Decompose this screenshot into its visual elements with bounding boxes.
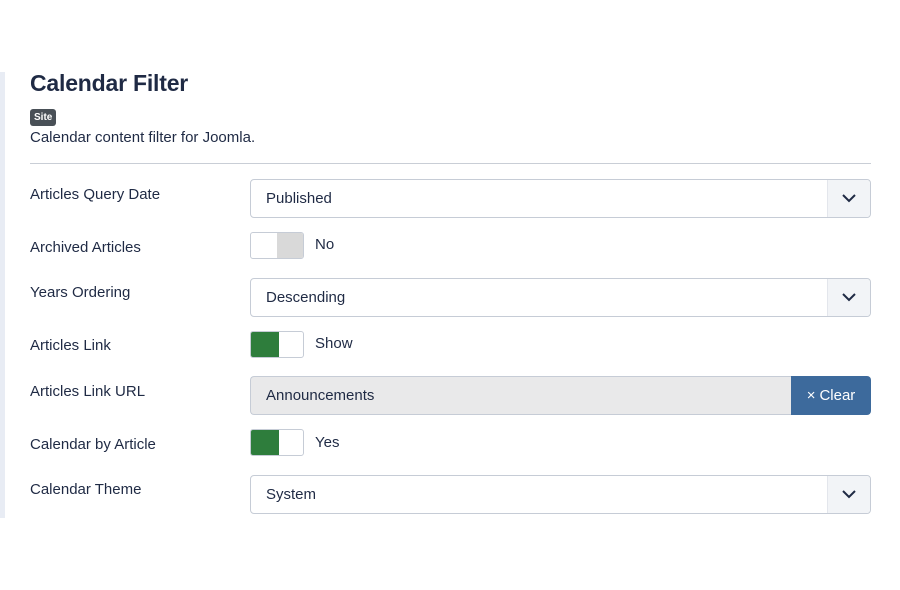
toggle-knob <box>277 233 303 258</box>
page-title: Calendar Filter <box>30 70 189 96</box>
close-icon: × <box>806 387 816 404</box>
articles-link-url-label: Articles Link URL <box>30 383 146 400</box>
clear-button[interactable]: × Clear <box>791 376 871 415</box>
articles-link-toggle[interactable] <box>250 331 304 358</box>
years-ordering-value: Descending <box>266 289 346 306</box>
side-rule <box>0 72 5 518</box>
calendar-by-article-state: Yes <box>315 434 340 451</box>
archived-articles-label: Archived Articles <box>30 239 141 256</box>
archived-articles-state: No <box>315 236 335 253</box>
years-ordering-select[interactable]: Descending <box>250 278 871 317</box>
site-badge: Site <box>30 109 57 126</box>
clear-button-label: Clear <box>819 387 856 404</box>
chevron-down-icon <box>827 180 870 217</box>
articles-link-url-value: Announcements <box>266 387 375 404</box>
toggle-knob <box>251 332 279 357</box>
years-ordering-label: Years Ordering <box>30 284 131 301</box>
chevron-down-icon <box>827 476 870 513</box>
toggle-knob <box>251 430 279 455</box>
chevron-down-icon <box>827 279 870 316</box>
query-date-value: Published <box>266 190 332 207</box>
query-date-select[interactable]: Published <box>250 179 871 218</box>
calendar-by-article-label: Calendar by Article <box>30 436 156 453</box>
calendar-theme-label: Calendar Theme <box>30 481 142 498</box>
calendar-theme-value: System <box>266 486 317 503</box>
divider <box>30 163 871 164</box>
calendar-theme-select[interactable]: System <box>250 475 871 514</box>
articles-link-state: Show <box>315 335 353 352</box>
articles-link-url-field[interactable]: Announcements <box>250 376 791 415</box>
articles-link-label: Articles Link <box>30 337 111 354</box>
archived-articles-toggle[interactable] <box>250 232 304 259</box>
calendar-by-article-toggle[interactable] <box>250 429 304 456</box>
plugin-description: Calendar content filter for Joomla. <box>30 129 256 146</box>
query-date-label: Articles Query Date <box>30 186 161 203</box>
